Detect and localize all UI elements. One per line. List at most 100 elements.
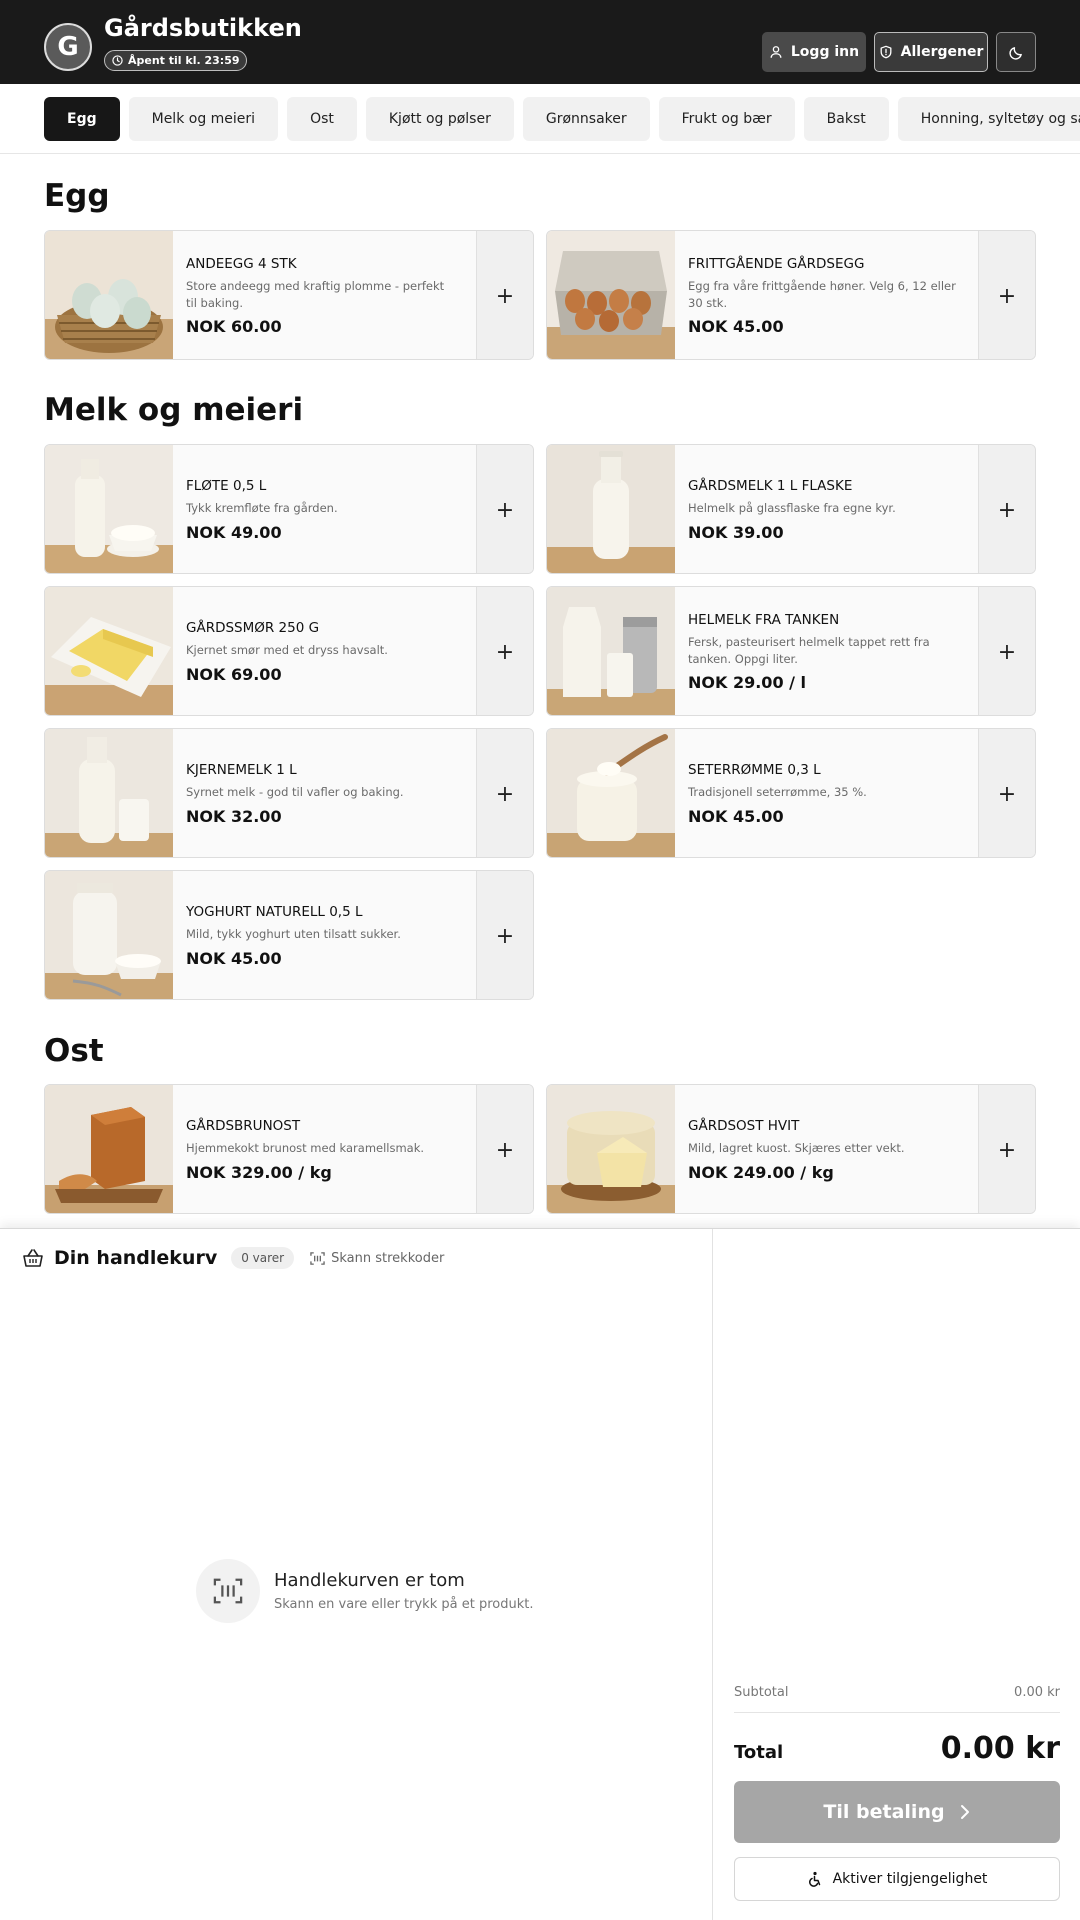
add-to-cart-button[interactable]: + [978,729,1035,857]
total-label: Total [734,1742,784,1763]
subtotal-row: Subtotal 0.00 kr [734,1685,1060,1713]
product-description: Tykk kremfløte fra gården. [186,501,338,516]
cart-header: Din handlekurv 0 varer Skann strekkoder [22,1247,444,1269]
product-info: GÅRDSOST HVIT Mild, lagret kuost. Skjære… [688,1085,958,1213]
product-price: NOK 69.00 [186,664,282,684]
product-name: GÅRDSMELK 1 L FLASKE [688,478,853,495]
tab-frukt-og-baer[interactable]: Frukt og bær [658,97,795,141]
product-name: ANDEEGG 4 STK [186,256,297,273]
cart-panel: Din handlekurv 0 varer Skann strekkoder … [0,1228,1080,1920]
add-to-cart-button[interactable]: + [978,587,1035,715]
login-label: Logg inn [790,44,860,60]
chevron-right-icon [960,1805,969,1819]
cart-items-area: Din handlekurv 0 varer Skann strekkoder … [0,1229,713,1920]
product-name: FRITTGÅENDE GÅRDSEGG [688,256,865,273]
product-description: Hjemmekokt brunost med karamellsmak. [186,1141,425,1156]
product-info: YOGHURT NATURELL 0,5 L Mild, tykk yoghur… [186,871,456,999]
add-to-cart-button[interactable]: + [476,871,533,999]
subtotal-label: Subtotal [734,1685,789,1700]
product-info: HELMELK FRA TANKEN Fersk, pasteurisert h… [688,587,958,715]
product-name: HELMELK FRA TANKEN [688,612,840,629]
add-to-cart-button[interactable]: + [978,445,1035,573]
add-to-cart-button[interactable]: + [978,231,1035,359]
product-price: NOK 329.00 / kg [186,1162,332,1182]
tab-melk-og-meieri[interactable]: Melk og meieri [128,97,279,141]
product-name: GÅRDSSMØR 250 G [186,620,320,637]
product-card[interactable]: YOGHURT NATURELL 0,5 L Mild, tykk yoghur… [44,870,534,1000]
milk-tank-image [547,587,675,715]
product-card[interactable]: HELMELK FRA TANKEN Fersk, pasteurisert h… [546,586,1036,716]
product-price: NOK 45.00 [688,806,784,826]
free-range-eggs-image [547,231,675,359]
add-to-cart-button[interactable]: + [476,1085,533,1213]
product-card[interactable]: GÅRDSOST HVIT Mild, lagret kuost. Skjære… [546,1084,1036,1214]
product-name: FLØTE 0,5 L [186,478,267,495]
product-name: GÅRDSOST HVIT [688,1118,800,1135]
product-card[interactable]: SETERRØMME 0,3 L Tradisjonell seterrømme… [546,728,1036,858]
barcode-scan-icon [196,1559,260,1623]
add-to-cart-button[interactable]: + [978,1085,1035,1213]
product-card[interactable]: GÅRDSBRUNOST Hjemmekokt brunost med kara… [44,1084,534,1214]
allergen-button[interactable]: Allergener [874,32,988,72]
tab-ost[interactable]: Ost [287,97,357,141]
add-to-cart-button[interactable]: + [476,729,533,857]
scan-barcodes-button[interactable]: Skann strekkoder [310,1251,444,1266]
product-name: SETERRØMME 0,3 L [688,762,821,779]
product-card[interactable]: KJERNEMELK 1 L Syrnet melk - god til vaf… [44,728,534,858]
product-description: Store andeegg med kraftig plomme - perfe… [186,279,445,310]
product-description: Egg fra våre frittgående høner. Velg 6, … [688,279,956,310]
cart-count-badge: 0 varer [231,1247,295,1269]
login-button[interactable]: Logg inn [762,32,866,72]
category-tabs: Egg Melk og meieri Ost Kjøtt og pølser G… [44,97,1080,141]
product-card[interactable]: GÅRDSMELK 1 L FLASKE Helmelk på glassfla… [546,444,1036,574]
product-name: KJERNEMELK 1 L [186,762,297,779]
accessibility-icon [808,1871,820,1887]
product-description: Mild, tykk yoghurt uten tilsatt sukker. [186,927,401,942]
app-header: G Gårdsbutikken Åpent til kl. 23:59 Logg… [0,0,1080,84]
milk-bottle-image [547,445,675,573]
tab-gronnsaker[interactable]: Grønnsaker [522,97,650,141]
product-info: FLØTE 0,5 L Tykk kremfløte fra gården. N… [186,445,456,573]
cart-title: Din handlekurv [54,1247,218,1269]
theme-toggle-button[interactable] [996,32,1036,72]
butter-image [45,587,173,715]
product-description: Helmelk på glassflaske fra egne kyr. [688,501,896,516]
tab-honning[interactable]: Honning, syltetøy og saft [897,97,1080,141]
add-to-cart-button[interactable]: + [476,587,533,715]
accessibility-button[interactable]: Aktiver tilgjengelighet [734,1857,1060,1901]
open-status-text: Åpent til kl. 23:59 [128,54,240,67]
product-name: GÅRDSBRUNOST [186,1118,301,1135]
section-title-cheese: Ost [44,1033,104,1069]
basket-icon [23,1249,43,1267]
product-info: GÅRDSSMØR 250 G Kjernet smør med et drys… [186,587,456,715]
buttermilk-image [45,729,173,857]
product-info: KJERNEMELK 1 L Syrnet melk - god til vaf… [186,729,456,857]
store-logo[interactable]: G [44,23,92,71]
tab-bakst[interactable]: Bakst [803,97,889,141]
tab-egg[interactable]: Egg [44,97,120,141]
accessibility-label: Aktiver tilgjengelighet [832,1871,988,1887]
section-title-egg: Egg [44,178,110,214]
product-info: SETERRØMME 0,3 L Tradisjonell seterrømme… [688,729,958,857]
empty-cart-title: Handlekurven er tom [274,1570,465,1591]
product-name: YOGHURT NATURELL 0,5 L [186,904,363,921]
product-info: GÅRDSMELK 1 L FLASKE Helmelk på glassfla… [688,445,958,573]
cart-summary: Subtotal 0.00 kr Total 0.00 kr Til betal… [714,1229,1080,1920]
product-card[interactable]: FRITTGÅENDE GÅRDSEGG Egg fra våre frittg… [546,230,1036,360]
empty-cart-state: Handlekurven er tom Skann en vare eller … [196,1559,533,1623]
empty-cart-text: Handlekurven er tom Skann en vare eller … [274,1570,533,1612]
user-icon [770,46,782,58]
moon-icon [1008,46,1022,60]
barcode-scan-icon [310,1251,325,1265]
add-to-cart-button[interactable]: + [476,445,533,573]
product-card[interactable]: FLØTE 0,5 L Tykk kremfløte fra gården. N… [44,444,534,574]
brown-cheese-image [45,1085,173,1213]
checkout-button[interactable]: Til betaling [734,1781,1060,1843]
clock-icon [112,55,123,66]
yoghurt-image [45,871,173,999]
product-card[interactable]: GÅRDSSMØR 250 G Kjernet smør med et drys… [44,586,534,716]
add-to-cart-button[interactable]: + [476,231,533,359]
product-price: NOK 249.00 / kg [688,1162,834,1182]
tab-kjott-og-polser[interactable]: Kjøtt og pølser [365,97,514,141]
product-card[interactable]: ANDEEGG 4 STK Store andeegg med kraftig … [44,230,534,360]
